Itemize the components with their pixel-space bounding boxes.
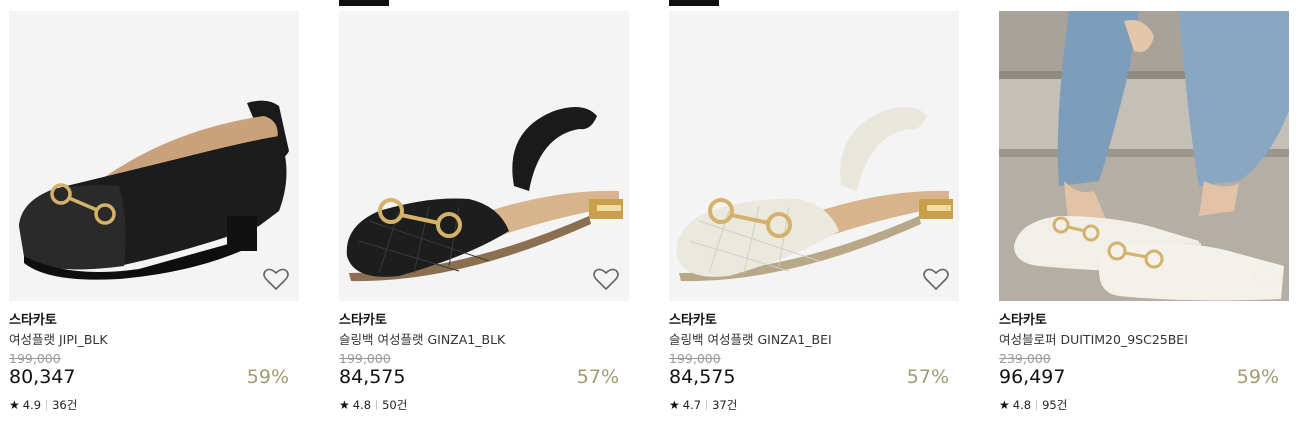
rating-summary: ★ 4.7 37건 [669, 397, 737, 413]
product-brand[interactable]: 스타카토 [999, 309, 1047, 328]
product-name[interactable]: 여성플랫 JIPI_BLK [9, 329, 108, 348]
review-count: 50건 [382, 398, 408, 412]
sale-price: 96,497 [999, 366, 1066, 388]
beige-mule-loafer-photo [999, 11, 1289, 301]
heart-outline-icon [923, 268, 949, 290]
heart-outline-icon [593, 268, 619, 290]
product-name[interactable]: 슬링백 여성플랫 GINZA1_BEI [669, 329, 832, 348]
review-count: 37건 [712, 398, 738, 412]
sale-price: 84,575 [669, 366, 736, 388]
divider [376, 400, 378, 410]
product-name[interactable]: 여성블로퍼 DUITIM20_9SC25BEI [999, 329, 1188, 348]
product-grid: 스타카토 여성플랫 JIPI_BLK 199,000 80,347 59% ★ … [0, 0, 1299, 432]
divider [46, 400, 48, 410]
review-count: 95건 [1042, 398, 1068, 412]
rating-summary: ★ 4.8 95건 [999, 397, 1067, 413]
product-card[interactable]: 스타카토 슬링백 여성플랫 GINZA1_BLK 199,000 84,575 … [339, 0, 629, 432]
discount-rate: 59% [1236, 366, 1279, 388]
rating-value: 4.7 [682, 398, 702, 412]
original-price: 239,000 [999, 351, 1051, 366]
divider [1036, 400, 1038, 410]
heart-outline-icon [1253, 268, 1279, 290]
product-badge [339, 0, 389, 6]
star-icon: ★ [999, 398, 1010, 412]
product-card[interactable]: 스타카토 여성블로퍼 DUITIM20_9SC25BEI 239,000 96,… [999, 0, 1289, 432]
beige-slingback-flat-icon [669, 11, 959, 301]
product-image[interactable] [669, 11, 959, 301]
original-price: 199,000 [669, 351, 721, 366]
black-ballet-flat-icon [9, 11, 299, 301]
product-brand[interactable]: 스타카토 [669, 309, 717, 328]
discount-rate: 57% [906, 366, 949, 388]
product-image[interactable] [339, 11, 629, 301]
sale-price: 84,575 [339, 366, 406, 388]
wishlist-button[interactable] [1253, 267, 1279, 291]
product-image[interactable] [9, 11, 299, 301]
divider [706, 400, 708, 410]
product-badge [669, 0, 719, 6]
product-brand[interactable]: 스타카토 [339, 309, 387, 328]
star-icon: ★ [669, 398, 680, 412]
rating-summary: ★ 4.8 50건 [339, 397, 407, 413]
review-count: 36건 [52, 398, 78, 412]
product-brand[interactable]: 스타카토 [9, 309, 57, 328]
product-card[interactable]: 스타카토 여성플랫 JIPI_BLK 199,000 80,347 59% ★ … [9, 0, 299, 432]
rating-value: 4.8 [352, 398, 372, 412]
product-image[interactable] [999, 11, 1289, 301]
heart-outline-icon [263, 268, 289, 290]
black-slingback-flat-icon [339, 11, 629, 301]
discount-rate: 57% [576, 366, 619, 388]
wishlist-button[interactable] [593, 267, 619, 291]
discount-rate: 59% [246, 366, 289, 388]
original-price: 199,000 [339, 351, 391, 366]
star-icon: ★ [339, 398, 350, 412]
rating-value: 4.9 [22, 398, 42, 412]
product-name[interactable]: 슬링백 여성플랫 GINZA1_BLK [339, 329, 505, 348]
sale-price: 80,347 [9, 366, 76, 388]
rating-value: 4.8 [1012, 398, 1032, 412]
original-price: 199,000 [9, 351, 61, 366]
star-icon: ★ [9, 398, 20, 412]
wishlist-button[interactable] [923, 267, 949, 291]
wishlist-button[interactable] [263, 267, 289, 291]
rating-summary: ★ 4.9 36건 [9, 397, 77, 413]
product-card[interactable]: 스타카토 슬링백 여성플랫 GINZA1_BEI 199,000 84,575 … [669, 0, 959, 432]
